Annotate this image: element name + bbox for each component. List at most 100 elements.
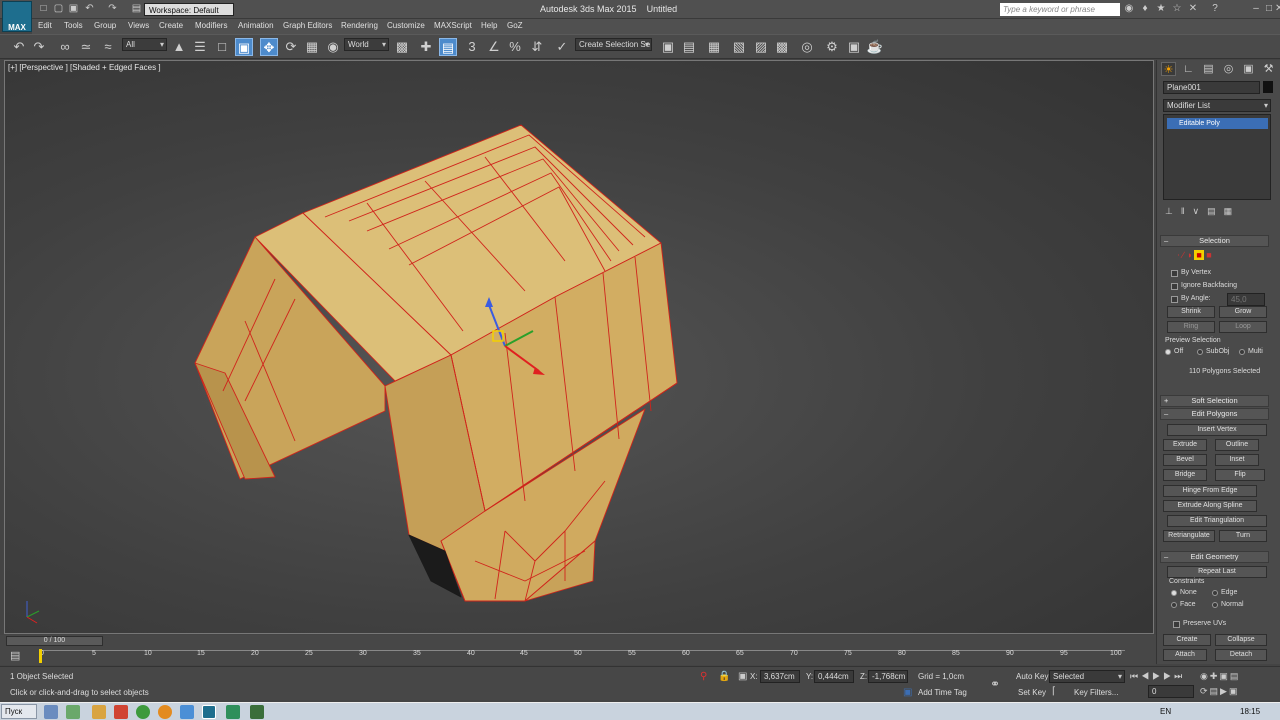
link-icon[interactable]: ∞ (56, 38, 74, 56)
menu-maxscript[interactable]: MAXScript (434, 21, 472, 30)
taskbar-app-icon[interactable] (180, 705, 194, 719)
menu-tools[interactable]: Tools (64, 21, 83, 30)
hierarchy-tab-icon[interactable]: ▤ (1201, 62, 1216, 76)
extrude-button[interactable]: Extrude (1163, 439, 1207, 451)
motion-tab-icon[interactable]: ◎ (1221, 62, 1236, 76)
spinner-snap-icon[interactable]: ⇵ (528, 38, 546, 56)
new-file-icon[interactable]: □ (38, 3, 49, 14)
selection-rollout-header[interactable]: – Selection (1160, 235, 1269, 247)
snaps-toggle-icon[interactable]: 3 (463, 38, 481, 56)
binoculars-icon[interactable]: ◉ (1123, 3, 1135, 15)
taskbar-app-icon[interactable] (114, 705, 128, 719)
communication-icon[interactable]: ★ (1155, 3, 1167, 15)
edit-triangulation-button[interactable]: Edit Triangulation (1167, 515, 1267, 527)
modify-tab-icon[interactable]: ∟ (1181, 62, 1196, 76)
absolute-mode-icon[interactable]: ▣ (738, 671, 747, 682)
taskbar-app-icon[interactable] (92, 705, 106, 719)
menu-help[interactable]: Help (481, 21, 497, 30)
set-key-button[interactable]: Set Key (1018, 688, 1046, 697)
current-frame-marker[interactable] (39, 649, 42, 663)
ring-button[interactable]: Ring (1167, 321, 1215, 333)
undo-icon[interactable]: ↶ (84, 3, 95, 14)
material-editor-icon[interactable]: ◎ (798, 38, 816, 56)
close-search-icon[interactable]: ✕ (1187, 3, 1199, 15)
redo-icon[interactable]: ↷ (107, 3, 118, 14)
menu-graph-editors[interactable]: Graph Editors (283, 21, 332, 30)
subobject-level-icons[interactable]: ⋅ ∕ ◑ ■ ■ (1177, 250, 1263, 262)
mirror-icon[interactable]: ▣ (659, 38, 677, 56)
menu-views[interactable]: Views (128, 21, 149, 30)
playback-controls[interactable]: ⏮◀▶▶⏭ (1130, 671, 1185, 682)
flip-button[interactable]: Flip (1215, 469, 1265, 481)
attach-button[interactable]: Attach (1163, 649, 1207, 661)
viewport-navigation-controls[interactable]: ◉✚▣▤ (1200, 671, 1240, 682)
create-tab-icon[interactable]: ☀ (1161, 62, 1176, 76)
close-window-icon[interactable]: ✕ (1275, 3, 1280, 15)
language-indicator[interactable]: EN (1160, 707, 1171, 716)
bridge-button[interactable]: Bridge (1163, 469, 1207, 481)
constraint-none-radio[interactable] (1171, 590, 1177, 596)
window-crossing-icon[interactable]: ▣ (235, 38, 253, 56)
named-selection-set-dropdown[interactable]: Create Selection Se (575, 38, 652, 51)
add-time-tag-button[interactable]: Add Time Tag (918, 688, 967, 697)
track-bar-toggle-icon[interactable]: ▤ (10, 649, 20, 662)
z-coordinate-field[interactable]: -1,768cm (868, 670, 908, 683)
taskbar-app-icon[interactable] (136, 705, 150, 719)
object-name-field[interactable]: Plane001 (1163, 81, 1260, 94)
pivot-center-icon[interactable]: ▩ (393, 38, 411, 56)
help-icon[interactable]: ? (1209, 3, 1221, 15)
render-setup-icon[interactable]: ⚙ (823, 38, 841, 56)
grow-button[interactable]: Grow (1219, 306, 1267, 318)
subscription-icon[interactable]: ♦ (1139, 3, 1151, 15)
reference-coordinate-dropdown[interactable]: World (344, 38, 389, 51)
frame-ruler[interactable]: 0 5 10 15 20 25 30 35 40 45 50 55 60 65 … (39, 649, 1125, 664)
stack-tools-bar[interactable]: ⊥‖∨▤▦ (1165, 206, 1269, 218)
place-icon[interactable]: ◉ (324, 38, 342, 56)
key-set-dropdown[interactable]: Selected (1049, 670, 1125, 683)
menu-edit[interactable]: Edit (38, 21, 52, 30)
extrude-along-spline-button[interactable]: Extrude Along Spline (1163, 500, 1257, 512)
percent-snap-icon[interactable]: % (506, 38, 524, 56)
shrink-button[interactable]: Shrink (1167, 306, 1215, 318)
object-color-swatch[interactable] (1263, 81, 1273, 93)
constraint-face-radio[interactable] (1171, 602, 1177, 608)
search-input[interactable]: Type a keyword or phrase (1000, 3, 1120, 16)
by-angle-spinner[interactable]: 45,0 (1227, 293, 1265, 306)
retriangulate-button[interactable]: Retriangulate (1163, 530, 1215, 542)
menu-rendering[interactable]: Rendering (341, 21, 378, 30)
save-file-icon[interactable]: ▣ (68, 3, 79, 14)
bevel-button[interactable]: Bevel (1163, 454, 1207, 466)
detach-button[interactable]: Detach (1215, 649, 1267, 661)
auto-key-button[interactable]: Auto Key (1016, 672, 1048, 681)
isolate-icon[interactable]: ⚲ (700, 671, 707, 682)
collapse-button[interactable]: Collapse (1215, 634, 1267, 646)
by-angle-checkbox[interactable] (1171, 296, 1178, 303)
edit-geometry-rollout-header[interactable]: – Edit Geometry (1160, 551, 1269, 563)
taskbar-app-icon[interactable] (158, 705, 172, 719)
rectangular-selection-icon[interactable]: □ (213, 38, 231, 56)
by-vertex-checkbox[interactable] (1171, 270, 1178, 277)
app-logo-button[interactable]: MAX (2, 1, 32, 32)
time-slider[interactable]: 0 / 100 (6, 636, 103, 646)
layer-manager-icon[interactable]: ▦ (705, 38, 723, 56)
project-folder-icon[interactable]: ▤ (131, 3, 142, 14)
start-button[interactable]: Пуск (1, 704, 37, 719)
minimize-icon[interactable]: – (1250, 3, 1262, 15)
viewport-navigation-controls-2[interactable]: ⟳▤▶▣ (1200, 686, 1239, 697)
undo-icon[interactable]: ↶ (10, 38, 28, 56)
select-object-icon[interactable]: ▲ (170, 38, 188, 56)
preserve-uvs-checkbox[interactable] (1173, 621, 1180, 628)
keyboard-shortcut-override-icon[interactable]: ▤ (439, 38, 457, 56)
taskbar-app-icon[interactable] (250, 705, 264, 719)
edit-named-selection-icon[interactable]: ✓ (553, 38, 571, 56)
display-tab-icon[interactable]: ▣ (1241, 62, 1256, 76)
soft-selection-rollout-header[interactable]: + Soft Selection (1160, 395, 1269, 407)
outline-button[interactable]: Outline (1215, 439, 1259, 451)
insert-vertex-button[interactable]: Insert Vertex (1167, 424, 1267, 436)
utilities-tab-icon[interactable]: ⚒ (1261, 62, 1276, 76)
hinge-from-edge-button[interactable]: Hinge From Edge (1163, 485, 1257, 497)
inset-button[interactable]: Inset (1215, 454, 1259, 466)
schematic-view-icon[interactable]: ▩ (773, 38, 791, 56)
preview-subobj-radio[interactable] (1197, 349, 1203, 355)
open-file-icon[interactable]: ▢ (53, 3, 64, 14)
